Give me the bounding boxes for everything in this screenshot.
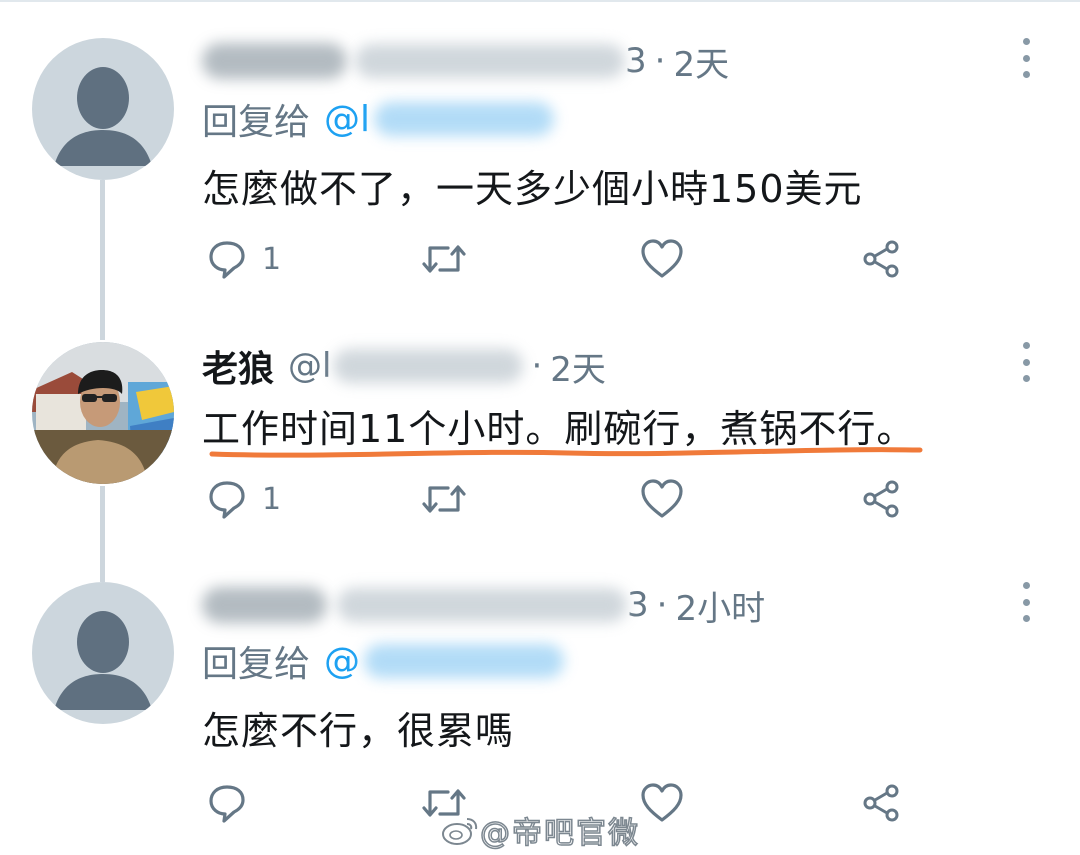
display-name-redacted[interactable]	[202, 587, 327, 623]
reply-icon	[209, 241, 245, 279]
reply-count: 1	[262, 241, 282, 277]
watermark-text: @帝吧官微	[479, 815, 640, 852]
heart-icon	[641, 479, 683, 518]
more-vertical-icon[interactable]	[1014, 582, 1038, 622]
top-divider	[0, 0, 1080, 2]
tweet-text: 怎麼不行，很累嗎	[202, 709, 515, 753]
weibo-logo-icon	[442, 818, 478, 845]
thread-connector	[100, 486, 105, 582]
tweet-header: 老狼 @l · 2天	[202, 341, 606, 391]
timestamp[interactable]: 2天	[550, 342, 606, 391]
share-icon	[863, 240, 899, 278]
more-vertical-icon[interactable]	[1014, 38, 1038, 78]
reply-icon	[209, 481, 245, 519]
weibo-watermark: @帝吧官微	[440, 808, 640, 852]
reply-icon	[209, 785, 245, 823]
share-button[interactable]	[860, 780, 902, 826]
reply-mention[interactable]: @	[324, 641, 360, 682]
like-button[interactable]	[640, 780, 684, 826]
tweet-actions: 1	[202, 236, 922, 282]
handle-suffix: 3	[627, 585, 649, 625]
heart-icon	[641, 783, 683, 822]
tweet-text: 怎麼做不了，一天多少個小時150美元	[202, 167, 863, 211]
separator: ·	[656, 585, 668, 625]
mention-redacted	[374, 102, 555, 136]
handle-redacted	[333, 349, 524, 383]
more-vertical-icon[interactable]	[1014, 342, 1038, 382]
retweet-icon	[422, 245, 466, 273]
reply-label: 回复给	[202, 102, 311, 143]
heart-icon	[641, 239, 683, 278]
display-name[interactable]: 老狼	[202, 340, 274, 392]
reply-mention[interactable]: @l	[324, 99, 370, 140]
tweet-header: 3 · 2小时	[202, 580, 765, 630]
mention-redacted	[364, 644, 565, 678]
avatar[interactable]	[32, 582, 174, 724]
tweet-actions: 1	[202, 476, 922, 522]
thread-connector	[100, 180, 105, 340]
share-icon	[863, 480, 899, 518]
retweet-icon	[422, 485, 466, 513]
reply-count: 1	[262, 481, 282, 517]
share-button[interactable]	[860, 476, 902, 522]
profile-photo-icon	[32, 342, 174, 484]
timestamp[interactable]: 2小时	[675, 581, 765, 630]
handle-suffix: 3	[625, 41, 647, 81]
handle-prefix: @l	[288, 346, 332, 386]
avatar[interactable]	[32, 38, 174, 180]
reply-label: 回复给	[202, 644, 311, 685]
share-button[interactable]	[860, 236, 902, 282]
retweet-button[interactable]	[420, 236, 468, 282]
reply-button[interactable]: 1	[206, 476, 281, 522]
handdrawn-underline	[209, 447, 923, 458]
like-button[interactable]	[640, 476, 684, 522]
tweet-header: 3 · 2天	[202, 36, 729, 86]
default-avatar-icon	[54, 611, 152, 710]
default-avatar-icon	[54, 67, 152, 166]
like-button[interactable]	[640, 236, 684, 282]
reply-context: 回复给 @l	[202, 94, 555, 144]
handle-redacted	[337, 588, 627, 622]
reply-button[interactable]: 1	[206, 236, 281, 282]
retweet-button[interactable]	[420, 476, 468, 522]
display-name-redacted[interactable]	[202, 43, 347, 79]
timestamp[interactable]: 2天	[673, 37, 729, 86]
share-icon	[863, 784, 899, 822]
avatar[interactable]	[32, 342, 174, 484]
reply-context: 回复给 @	[202, 636, 565, 686]
separator: ·	[654, 41, 666, 81]
reply-button[interactable]	[206, 780, 262, 826]
separator: ·	[531, 346, 543, 386]
handle-redacted	[355, 44, 625, 78]
